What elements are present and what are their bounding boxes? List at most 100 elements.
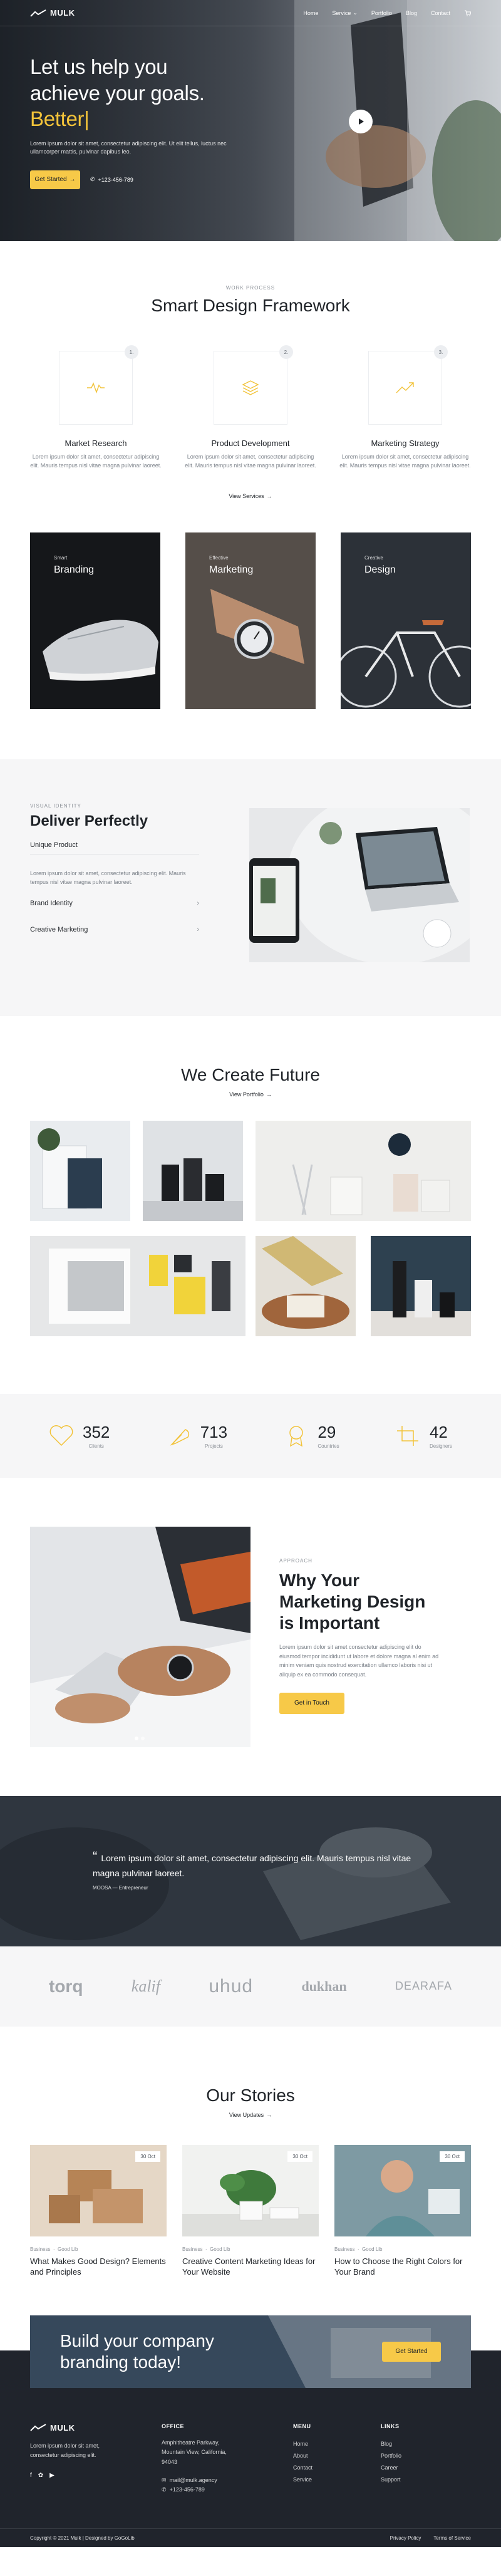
chevron-right-icon: › bbox=[197, 899, 199, 907]
twitter-icon[interactable]: ✿ bbox=[38, 2472, 43, 2479]
footer-heading: LINKS bbox=[381, 2423, 400, 2429]
process-step-box: 3. bbox=[368, 345, 448, 425]
story-card[interactable]: 30 Oct Business · Good Lib Creative Cont… bbox=[182, 2144, 319, 2278]
footer-email[interactable]: ✉ mail@mulk.agency bbox=[162, 2476, 293, 2485]
footer-link-home[interactable]: Home bbox=[293, 2438, 381, 2450]
nav-item-contact[interactable]: Contact bbox=[431, 9, 450, 16]
footer-phone[interactable]: ✆ +123-456-789 bbox=[162, 2485, 293, 2495]
visual-identity-section: VISUAL IDENTITY Deliver Perfectly Unique… bbox=[0, 759, 501, 1016]
step-description: Lorem ipsum dolor sit amet, consectetur … bbox=[30, 454, 162, 469]
story-author[interactable]: Good Lib bbox=[362, 2246, 382, 2252]
award-icon bbox=[289, 1426, 304, 1447]
link-label: View Services bbox=[229, 492, 264, 499]
footer-link-portfolio[interactable]: Portfolio bbox=[381, 2450, 468, 2462]
story-title[interactable]: Creative Content Marketing Ideas for You… bbox=[182, 2256, 319, 2278]
story-meta: Business · Good Lib bbox=[30, 2246, 78, 2252]
phone-icon: ✆ bbox=[162, 2486, 167, 2493]
portfolio-item-bottles[interactable] bbox=[371, 1235, 471, 1336]
story-meta: Business · Good Lib bbox=[334, 2246, 383, 2252]
footer-logo[interactable]: MULK bbox=[30, 2423, 162, 2433]
service-card-marketing[interactable]: Effective Marketing bbox=[185, 532, 316, 709]
service-card-design[interactable]: Creative Design bbox=[341, 532, 471, 709]
hero-title-line: achieve your goals. bbox=[30, 81, 205, 105]
portfolio-item-soap[interactable] bbox=[256, 1235, 356, 1336]
drawing-hands-image bbox=[30, 1526, 250, 1747]
stat-label: Clients bbox=[88, 1443, 104, 1449]
facebook-icon[interactable]: f bbox=[30, 2472, 32, 2479]
arrow-right-icon: → bbox=[266, 1091, 272, 1098]
play-icon bbox=[359, 118, 364, 125]
accordion-item-creative-marketing[interactable]: Creative Marketing › bbox=[30, 926, 199, 933]
section-title: Why Your Marketing Design is Important bbox=[279, 1570, 442, 1634]
view-services-link[interactable]: View Services → bbox=[229, 493, 272, 499]
get-started-button[interactable]: Get Started → bbox=[30, 170, 80, 189]
play-video-button[interactable] bbox=[349, 110, 373, 133]
get-in-touch-button[interactable]: Get in Touch bbox=[279, 1692, 344, 1714]
service-card-text: Smart Branding bbox=[54, 555, 94, 576]
footer-link-contact[interactable]: Contact bbox=[293, 2462, 381, 2474]
service-card-title: Marketing bbox=[209, 564, 254, 575]
footer-link-about[interactable]: About bbox=[293, 2450, 381, 2462]
stat-designers: 42 Designers bbox=[396, 1423, 452, 1449]
nav-item-blog[interactable]: Blog bbox=[406, 9, 417, 16]
footer-link-blog[interactable]: Blog bbox=[381, 2438, 468, 2450]
footer-heading: OFFICE bbox=[162, 2423, 184, 2429]
story-category[interactable]: Business bbox=[30, 2246, 50, 2252]
portfolio-item-stationery[interactable] bbox=[30, 1120, 130, 1221]
cta-get-started-button[interactable]: Get Started bbox=[382, 2341, 441, 2362]
portfolio-item-cosmetics[interactable] bbox=[143, 1120, 243, 1221]
branding-image bbox=[30, 532, 160, 709]
portfolio-item-magazine[interactable] bbox=[30, 1235, 245, 1336]
story-title[interactable]: What Makes Good Design? Elements and Pri… bbox=[30, 2256, 167, 2278]
story-author[interactable]: Good Lib bbox=[210, 2246, 230, 2252]
section-title: Our Stories bbox=[206, 2085, 295, 2105]
story-image: 30 Oct bbox=[182, 2144, 319, 2236]
privacy-policy-link[interactable]: Privacy Policy bbox=[390, 2535, 421, 2541]
story-card[interactable]: 30 Oct Business · Good Lib How to Choose… bbox=[334, 2144, 471, 2278]
portfolio-item-interior[interactable] bbox=[256, 1120, 471, 1221]
stat-label: Designers bbox=[429, 1443, 452, 1449]
accordion: VISUAL IDENTITY Deliver Perfectly Unique… bbox=[30, 803, 199, 933]
youtube-icon[interactable]: ▶ bbox=[49, 2472, 54, 2479]
process-section: WORK PROCESS Smart Design Framework 1. M… bbox=[0, 241, 501, 532]
story-category[interactable]: Business bbox=[334, 2246, 354, 2252]
services-cards: Smart Branding Effective Marketing Creat bbox=[0, 532, 501, 759]
footer-link-support[interactable]: Support bbox=[381, 2474, 468, 2486]
section-eyebrow: VISUAL IDENTITY bbox=[30, 802, 81, 809]
step-title: Product Development bbox=[211, 439, 290, 448]
nav-item-home[interactable]: Home bbox=[303, 9, 318, 16]
story-title[interactable]: How to Choose the Right Colors for Your … bbox=[334, 2256, 471, 2278]
client-logo-torq: torq bbox=[49, 1976, 83, 1996]
view-updates-link[interactable]: View Updates → bbox=[229, 2112, 272, 2118]
accordion-item-brand-identity[interactable]: Brand Identity › bbox=[30, 900, 199, 907]
service-card-branding[interactable]: Smart Branding bbox=[30, 532, 160, 709]
client-logo-kalif: kalif bbox=[131, 1976, 160, 1995]
approach-content: APPROACH Why Your Marketing Design is Im… bbox=[279, 1558, 442, 1714]
story-list: 30 Oct Business · Good Lib What Makes Go… bbox=[30, 2144, 471, 2278]
nav-label: Home bbox=[303, 9, 319, 16]
nav-item-service[interactable]: Service ⌄ bbox=[332, 9, 358, 16]
story-card[interactable]: 30 Oct Business · Good Lib What Makes Go… bbox=[30, 2144, 167, 2278]
footer-link-career[interactable]: Career bbox=[381, 2462, 468, 2474]
cart-icon[interactable] bbox=[464, 9, 471, 16]
hero-actions: Get Started → ✆ +123-456-789 bbox=[30, 170, 256, 189]
accordion-content: Lorem ipsum dolor sit amet, consectetur … bbox=[30, 870, 186, 885]
stat-label: Countries bbox=[318, 1443, 339, 1449]
logo[interactable]: MULK bbox=[30, 8, 75, 18]
story-category[interactable]: Business bbox=[182, 2246, 202, 2252]
accordion-item-open[interactable]: Unique Product bbox=[30, 841, 199, 849]
nav-item-portfolio[interactable]: Portfolio bbox=[371, 9, 392, 16]
step-description: Lorem ipsum dolor sit amet, consectetur … bbox=[185, 454, 316, 469]
story-meta: Business · Good Lib bbox=[182, 2246, 230, 2252]
story-author[interactable]: Good Lib bbox=[58, 2246, 78, 2252]
section-title: Smart Design Framework bbox=[151, 296, 350, 315]
view-portfolio-link[interactable]: View Portfolio → bbox=[229, 1091, 272, 1098]
stat-countries: 29 Countries bbox=[284, 1423, 339, 1449]
hero-phone[interactable]: ✆ +123-456-789 bbox=[90, 176, 133, 183]
logo-text: MULK bbox=[50, 8, 75, 18]
footer-link-service[interactable]: Service bbox=[293, 2474, 381, 2486]
footer-links-list: Blog Portfolio Career Support bbox=[381, 2438, 468, 2486]
approach-section: APPROACH Why Your Marketing Design is Im… bbox=[0, 1478, 501, 1796]
terms-of-service-link[interactable]: Terms of Service bbox=[433, 2535, 471, 2541]
legal-links: Privacy Policy Terms of Service bbox=[390, 2535, 471, 2541]
